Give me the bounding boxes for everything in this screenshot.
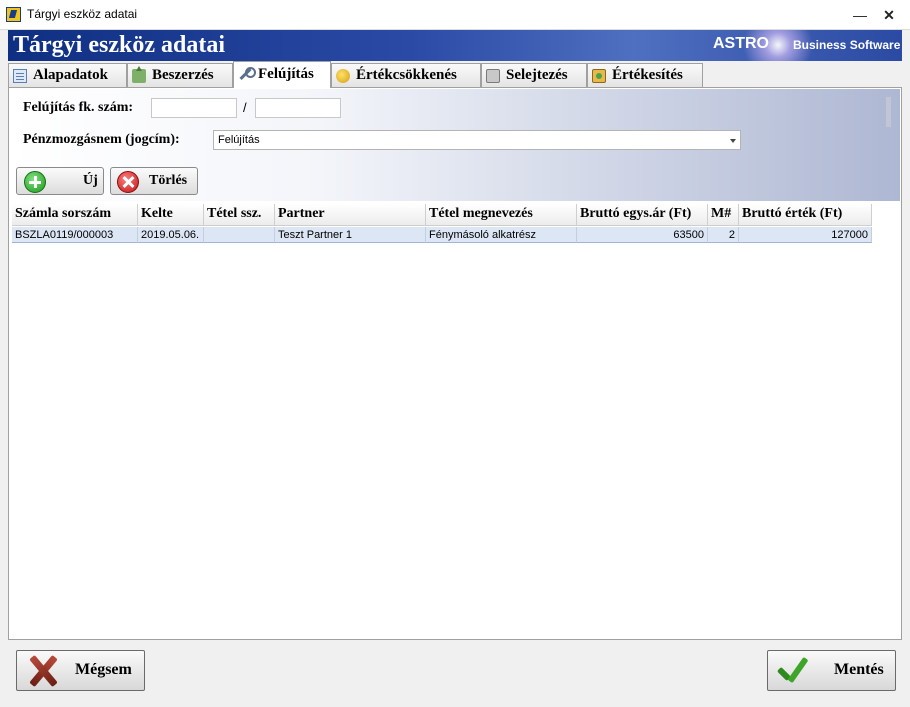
sale-icon [592,69,606,83]
cell-gross-value: 127000 [739,227,872,243]
cancel-x-icon [25,655,59,687]
ledger-separator: / [243,100,247,115]
purchase-icon [132,66,146,83]
window-titlebar: Tárgyi eszköz adatai — ✕ [0,0,910,30]
column-header-invoice-number[interactable]: Számla sorszám [12,204,138,226]
column-header-quantity[interactable]: M# [708,204,739,226]
save-button[interactable]: Mentés [767,650,896,691]
tab-label: Beszerzés [152,67,214,83]
ledger-number-input-2[interactable] [255,98,341,118]
new-button-label: Új [83,173,98,188]
banner-title: Tárgyi eszköz adatai [13,32,225,58]
tab-label: Értékcsökkenés [356,67,457,83]
tab-ertekcsokkenes[interactable]: Értékcsökkenés [331,63,481,87]
scrollbar[interactable] [886,97,891,127]
header-banner: Tárgyi eszköz adatai ASTRO Business Soft… [8,30,902,61]
wrench-icon [238,67,256,81]
plus-icon [24,171,46,193]
column-header-unit-price[interactable]: Bruttó egys.ár (Ft) [577,204,708,226]
tab-selejtezes[interactable]: Selejtezés [481,63,587,87]
trash-icon [486,69,500,83]
delete-button[interactable]: Törlés [110,167,198,195]
cell-invoice-number: BSZLA0119/000003 [12,227,138,243]
checkmark-icon [774,655,810,687]
ledger-number-input-1[interactable] [151,98,237,118]
ledger-number-label: Felújítás fk. szám: [23,100,134,115]
column-header-gross-value[interactable]: Bruttó érték (Ft) [739,204,872,226]
window-title: Tárgyi eszköz adatai [27,7,138,21]
cancel-button[interactable]: Mégsem [16,650,145,691]
delete-icon [117,171,139,193]
brand-subtitle: Business Software [793,38,901,52]
cell-item-name: Fénymásoló alkatrész [426,227,577,243]
renovation-panel: Felújítás fk. szám: / Pénzmozgásnem (jog… [8,87,902,640]
payment-type-value: Felújítás [218,134,260,146]
cell-quantity: 2 [708,227,739,243]
cell-partner: Teszt Partner 1 [275,227,426,243]
tab-ertekesites[interactable]: Értékesítés [587,63,703,87]
tab-beszerzes[interactable]: Beszerzés [127,63,233,87]
column-header-partner[interactable]: Partner [275,204,426,226]
app-icon [6,7,21,22]
list-icon [13,69,27,83]
column-header-date[interactable]: Kelte [138,204,204,226]
minimize-button[interactable]: — [848,5,872,25]
column-header-item-number[interactable]: Tétel ssz. [204,204,275,226]
cell-item-number [204,227,275,243]
cancel-button-label: Mégsem [75,661,132,678]
coins-icon [336,69,350,83]
column-header-item-name[interactable]: Tétel megnevezés [426,204,577,226]
cell-date: 2019.05.06. [138,227,204,243]
new-button[interactable]: Új [16,167,104,195]
tab-label: Selejtezés [506,67,568,83]
cell-unit-price: 63500 [577,227,708,243]
form-area: Felújítás fk. szám: / Pénzmozgásnem (jog… [10,89,900,201]
payment-type-select[interactable]: Felújítás [213,130,741,150]
tab-felujitas[interactable]: Felújítás [233,61,331,88]
delete-button-label: Törlés [149,173,188,188]
chevron-down-icon [730,139,736,143]
brand-name: ASTRO [713,35,769,52]
close-button[interactable]: ✕ [877,5,901,25]
tab-label: Értékesítés [612,67,683,83]
payment-type-label: Pénzmozgásnem (jogcím): [23,132,180,147]
tab-label: Felújítás [258,66,314,82]
tab-label: Alapadatok [33,67,109,83]
tab-alapadatok[interactable]: Alapadatok [8,63,127,87]
save-button-label: Mentés [834,661,884,678]
